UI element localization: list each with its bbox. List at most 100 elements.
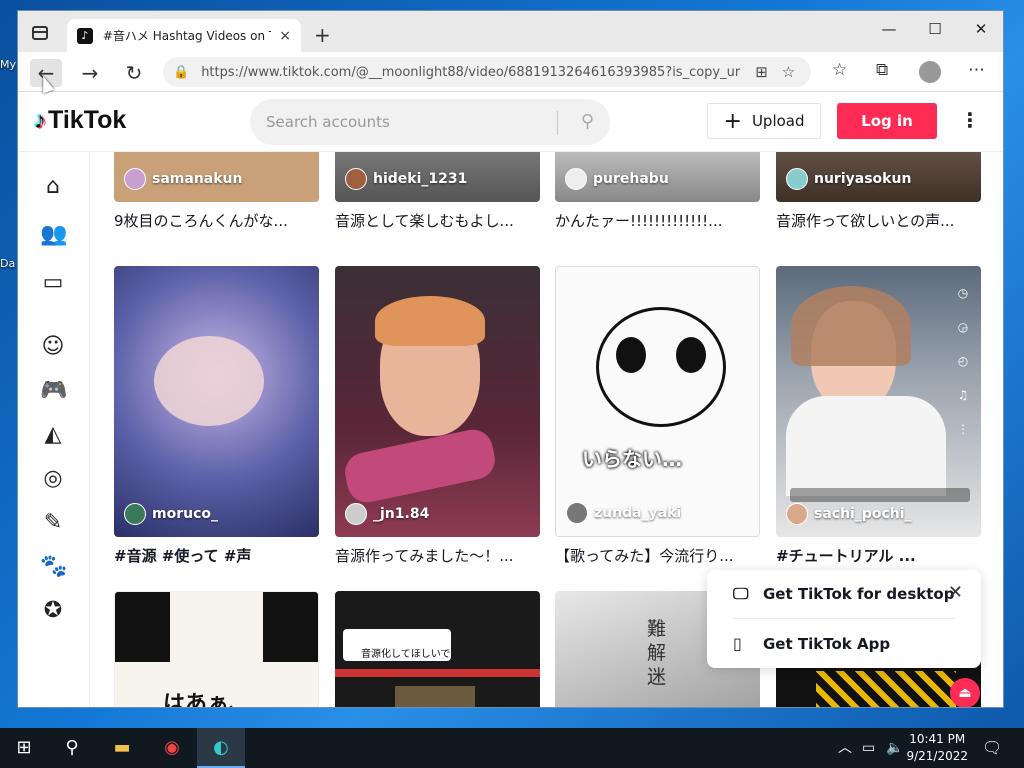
forward-button[interactable]: → — [74, 59, 106, 87]
sidebar: ⌂ 👥 ▭ ☺ 🎮 ◭ ◎ ✎ 🐾 ✪ — [18, 152, 90, 707]
home-icon[interactable]: ⌂ — [40, 174, 66, 200]
video-card[interactable]: purehabu かんたァー!!!!!!!!!!!!!... — [555, 152, 760, 231]
get-desktop-link[interactable]: 🖵 Get TikTok for desktop — [733, 584, 954, 604]
request-bubble: 音源化してほしいです — [343, 629, 451, 661]
sports-icon[interactable]: ✪ — [40, 598, 66, 624]
video-username: purehabu — [593, 171, 669, 187]
video-card[interactable]: _jn1.84 音源作ってみました～！... — [335, 266, 540, 566]
profile-avatar[interactable] — [919, 61, 941, 83]
overlay-caption: 難解迷 — [647, 618, 667, 688]
edge-icon[interactable]: ◐ — [197, 728, 245, 768]
tiktok-page: ♪ TikTok Search accounts ⚲ + Upload Log … — [18, 92, 1003, 707]
plus-icon: + — [723, 108, 742, 134]
video-thumbnail[interactable]: samanakun — [114, 152, 319, 202]
search-icon[interactable]: ⚲ — [48, 728, 96, 768]
video-card[interactable]: はあぁ、 — [114, 591, 319, 707]
search-placeholder: Search accounts — [266, 113, 390, 131]
video-thumbnail[interactable]: moruco_ — [114, 266, 319, 537]
video-thumbnail[interactable]: ◷ ◶ ◴ ♫ ⋮ sachi_pochi_ — [776, 266, 981, 537]
video-description[interactable]: かんたァー!!!!!!!!!!!!!... — [555, 210, 760, 231]
places-icon[interactable]: ◎ — [40, 466, 66, 492]
url-field[interactable]: 🔒 https://www.tiktok.com/@__moonlight88/… — [163, 57, 811, 87]
video-thumbnail[interactable]: nuriyasokun — [776, 152, 981, 202]
network-icon[interactable]: ▭ — [862, 728, 875, 768]
video-card[interactable]: samanakun 9枚目のころんくんがな... — [114, 152, 319, 231]
get-app-popup: 🖵 Get TikTok for desktop ✕ ▯ Get TikTok … — [707, 570, 981, 668]
beauty-icon[interactable]: ✎ — [40, 510, 66, 536]
video-description[interactable]: #チュートリアル ... — [776, 545, 981, 566]
settings-more-icon[interactable]: ⋯ — [968, 60, 985, 80]
lock-icon[interactable]: 🔒 — [173, 65, 189, 80]
new-tab-button[interactable]: + — [314, 23, 331, 47]
tab-close-icon[interactable]: × — [279, 28, 291, 44]
get-app-label: Get TikTok App — [763, 634, 891, 653]
avatar — [566, 502, 588, 524]
food-icon[interactable]: ◭ — [40, 422, 66, 448]
upload-button[interactable]: + Upload — [707, 103, 821, 139]
overlay-caption: はあぁ、 — [163, 692, 251, 707]
more-menu-icon[interactable]: ⋮ — [960, 108, 980, 132]
show-hidden-icons-icon[interactable]: ︿ — [838, 728, 852, 768]
back-to-top-button[interactable]: ⏏ — [950, 678, 980, 707]
video-card[interactable]: ◷ ◶ ◴ ♫ ⋮ sachi_pochi_ #チュートリアル ... — [776, 266, 981, 566]
notifications-icon[interactable]: 🗨 — [982, 728, 1002, 768]
get-app-link[interactable]: ▯ Get TikTok App — [733, 634, 890, 653]
video-card[interactable]: いらない… zunda_yaki 【歌ってみた】今流行り... — [555, 266, 760, 566]
search-icon[interactable]: ⚲ — [581, 111, 594, 132]
favorites-icon[interactable]: ☆ — [832, 60, 847, 80]
video-card[interactable]: nuriyasokun 音源作って欲しいとの声... — [776, 152, 981, 231]
avatar — [565, 168, 587, 190]
upload-label: Upload — [751, 112, 805, 130]
gaming-icon[interactable]: 🎮 — [40, 378, 67, 404]
video-thumbnail[interactable]: いらない… zunda_yaki — [555, 266, 760, 537]
minimize-button[interactable]: — — [866, 15, 912, 43]
video-description[interactable]: 音源として楽しむもよし... — [335, 210, 540, 231]
video-description[interactable]: 【歌ってみた】今流行り... — [555, 545, 760, 566]
live-icon[interactable]: ▭ — [40, 270, 66, 296]
comedy-icon[interactable]: ☺ — [40, 334, 66, 360]
video-username: _jn1.84 — [373, 506, 430, 522]
tiktok-header: ♪ TikTok Search accounts ⚲ + Upload Log … — [18, 92, 1003, 152]
video-controls-overlay: ◷ ◶ ◴ ♫ ⋮ — [957, 286, 969, 436]
tab-title: #音ハメ Hashtag Videos on TikTok — [102, 29, 271, 43]
url-text[interactable]: https://www.tiktok.com/@__moonlight88/vi… — [201, 65, 741, 80]
file-explorer-icon[interactable]: ▬ — [98, 728, 146, 768]
desktop-icon-label[interactable]: My — [0, 58, 16, 71]
tab-actions-icon[interactable] — [32, 26, 48, 40]
video-username: samanakun — [152, 171, 243, 187]
close-popup-icon[interactable]: ✕ — [948, 582, 963, 603]
video-card[interactable]: 音源化してほしいです — [335, 591, 540, 707]
video-thumbnail[interactable]: purehabu — [555, 152, 760, 202]
video-description[interactable]: 9枚目のころんくんがな... — [114, 210, 319, 231]
video-thumbnail[interactable]: hideki_1231 — [335, 152, 540, 202]
favorite-star-icon[interactable]: ☆ — [782, 63, 795, 81]
refresh-button[interactable]: ↻ — [118, 59, 150, 87]
request-text: 音源化してほしいです — [361, 649, 451, 660]
video-card[interactable]: hideki_1231 音源として楽しむもよし... — [335, 152, 540, 231]
video-description[interactable]: 音源作ってみました～！... — [335, 545, 540, 566]
clock[interactable]: 10:41 PM 9/21/2022 — [906, 731, 968, 765]
video-thumbnail[interactable]: はあぁ、 — [114, 591, 319, 707]
animals-icon[interactable]: 🐾 — [40, 554, 67, 580]
start-button[interactable]: ⊞ — [0, 728, 48, 768]
collections-icon[interactable]: ⧉ — [876, 60, 888, 80]
chrome-icon[interactable]: ◉ — [148, 728, 196, 768]
following-icon[interactable]: 👥 — [40, 222, 67, 248]
avatar — [124, 503, 146, 525]
video-description[interactable]: #音源 #使って #声 — [114, 545, 319, 566]
app-available-icon[interactable]: ⊞ — [755, 63, 768, 81]
browser-tab[interactable]: ♪ #音ハメ Hashtag Videos on TikTok × — [67, 19, 301, 52]
close-window-button[interactable]: ✕ — [958, 15, 1003, 43]
video-username: moruco_ — [152, 506, 218, 522]
tiktok-note-icon: ♪ — [34, 106, 46, 134]
video-card[interactable]: moruco_ #音源 #使って #声 — [114, 266, 319, 566]
tiktok-logo[interactable]: ♪ TikTok — [34, 106, 126, 135]
login-button[interactable]: Log in — [837, 103, 937, 139]
maximize-button[interactable]: ☐ — [912, 15, 958, 43]
desktop-icon-label[interactable]: Da — [0, 257, 15, 270]
video-description[interactable]: 音源作って欲しいとの声... — [776, 210, 981, 231]
volume-icon[interactable]: 🔈 — [886, 728, 903, 768]
search-input[interactable]: Search accounts ⚲ — [250, 99, 610, 145]
video-thumbnail[interactable]: 音源化してほしいです — [335, 591, 540, 707]
video-thumbnail[interactable]: _jn1.84 — [335, 266, 540, 537]
